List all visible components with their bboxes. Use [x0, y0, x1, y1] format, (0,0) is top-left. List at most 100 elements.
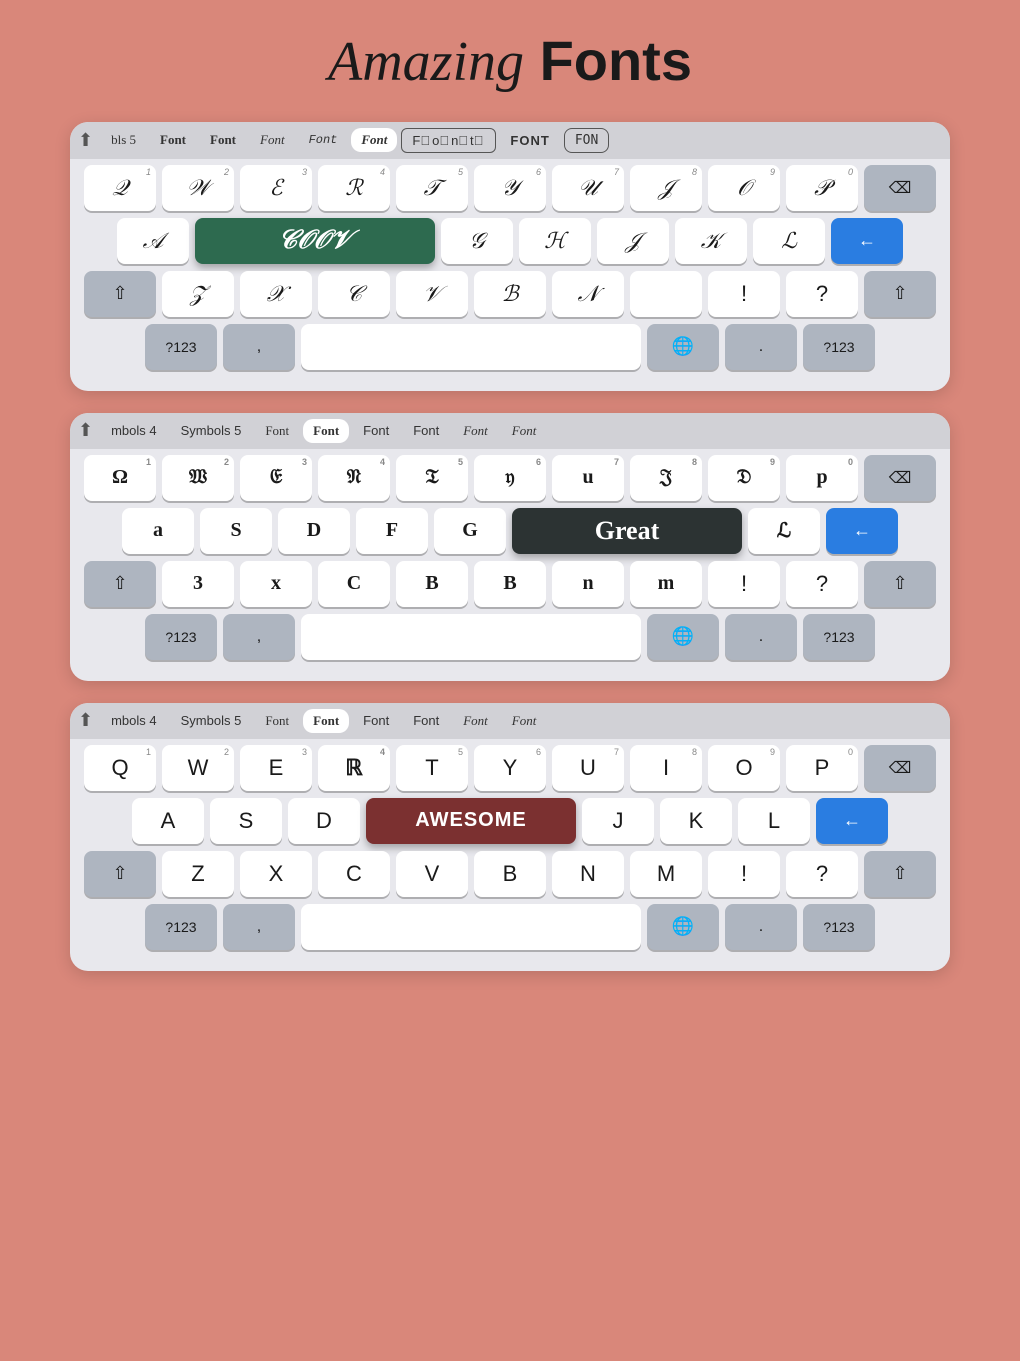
- key-1-m[interactable]: 𝒨: [630, 271, 702, 317]
- tab-3-3[interactable]: Font: [303, 709, 349, 733]
- key-3-m[interactable]: M: [630, 851, 702, 897]
- key-3-p[interactable]: 0P: [786, 745, 858, 791]
- num-key-3-l[interactable]: ?123: [145, 904, 217, 950]
- shift-key-2-l[interactable]: ⇧: [84, 561, 156, 607]
- highlight-awesome-key[interactable]: AWESOME: [366, 798, 576, 844]
- key-1-e[interactable]: 3ℰ: [240, 165, 312, 211]
- globe-key-3[interactable]: 🌐: [647, 904, 719, 950]
- key-2-y[interactable]: 6𝔶: [474, 455, 546, 501]
- key-3-q[interactable]: 1Q: [84, 745, 156, 791]
- tab-3-7[interactable]: Font: [502, 709, 547, 733]
- key-1-v[interactable]: 𝒱: [396, 271, 468, 317]
- tab-2-0[interactable]: mbols 4: [101, 419, 167, 442]
- key-1-excl[interactable]: !: [708, 271, 780, 317]
- key-3-n[interactable]: N: [552, 851, 624, 897]
- key-1-i[interactable]: 8𝒥: [630, 165, 702, 211]
- key-3-o[interactable]: 9O: [708, 745, 780, 791]
- dot-key-1[interactable]: .: [725, 324, 797, 370]
- tab-1-6[interactable]: F⃞o⃞n⃞t⃞: [401, 128, 496, 153]
- key-3-b[interactable]: B: [474, 851, 546, 897]
- key-2-w[interactable]: 2𝔚: [162, 455, 234, 501]
- key-1-g[interactable]: 𝒢: [441, 218, 513, 264]
- key-1-w[interactable]: 2𝒲: [162, 165, 234, 211]
- key-3-s[interactable]: S: [210, 798, 282, 844]
- key-3-t[interactable]: 5T: [396, 745, 468, 791]
- key-2-f[interactable]: F: [356, 508, 428, 554]
- key-1-c[interactable]: 𝒞: [318, 271, 390, 317]
- tab-1-4[interactable]: Font: [299, 129, 348, 151]
- key-1-l[interactable]: ℒ: [753, 218, 825, 264]
- tab-1-7[interactable]: FONT: [500, 129, 559, 152]
- key-3-r[interactable]: 4ℝ: [318, 745, 390, 791]
- highlight-great-key[interactable]: Great: [512, 508, 742, 554]
- key-2-b[interactable]: B: [474, 561, 546, 607]
- enter-key-1[interactable]: ←: [831, 218, 903, 264]
- share-icon-3[interactable]: ⬆: [78, 710, 93, 731]
- key-2-q[interactable]: 1Ω: [84, 455, 156, 501]
- globe-key-2[interactable]: 🌐: [647, 614, 719, 660]
- key-3-c[interactable]: C: [318, 851, 390, 897]
- enter-key-3[interactable]: ←: [816, 798, 888, 844]
- key-1-z[interactable]: 𝒵: [162, 271, 234, 317]
- space-key-2[interactable]: [301, 614, 641, 660]
- num-key-1-r[interactable]: ?123: [803, 324, 875, 370]
- key-1-q[interactable]: 1𝒬: [84, 165, 156, 211]
- dot-key-2[interactable]: .: [725, 614, 797, 660]
- globe-key-1[interactable]: 🌐: [647, 324, 719, 370]
- tab-3-4[interactable]: Font: [353, 709, 399, 732]
- dot-key-3[interactable]: .: [725, 904, 797, 950]
- key-3-a[interactable]: A: [132, 798, 204, 844]
- tab-1-8[interactable]: FON: [564, 128, 609, 153]
- key-2-r[interactable]: 4𝔑: [318, 455, 390, 501]
- key-2-x[interactable]: x: [240, 561, 312, 607]
- key-3-u[interactable]: 7U: [552, 745, 624, 791]
- key-3-x[interactable]: X: [240, 851, 312, 897]
- shift-key-3-l[interactable]: ⇧: [84, 851, 156, 897]
- share-icon-1[interactable]: ⬆: [78, 130, 93, 151]
- shift-key-1-l[interactable]: ⇧: [84, 271, 156, 317]
- key-2-c[interactable]: C: [318, 561, 390, 607]
- tab-2-5[interactable]: Font: [403, 419, 449, 442]
- num-key-2-r[interactable]: ?123: [803, 614, 875, 660]
- tab-3-0[interactable]: mbols 4: [101, 709, 167, 732]
- num-key-2-l[interactable]: ?123: [145, 614, 217, 660]
- key-1-t[interactable]: 5𝒯: [396, 165, 468, 211]
- tab-2-2[interactable]: Font: [255, 419, 299, 443]
- comma-key-1[interactable]: ,: [223, 324, 295, 370]
- tab-3-6[interactable]: Font: [453, 709, 498, 733]
- tab-1-2[interactable]: Font: [200, 128, 246, 152]
- key-3-excl[interactable]: !: [708, 851, 780, 897]
- tab-3-2[interactable]: Font: [255, 709, 299, 733]
- key-3-i[interactable]: 8I: [630, 745, 702, 791]
- tab-3-1[interactable]: Symbols 5: [171, 709, 252, 732]
- key-1-n[interactable]: 𝒩: [552, 271, 624, 317]
- key-2-quest[interactable]: ?: [786, 561, 858, 607]
- key-1-y[interactable]: 6𝒴: [474, 165, 546, 211]
- share-icon-2[interactable]: ⬆: [78, 420, 93, 441]
- space-key-3[interactable]: [301, 904, 641, 950]
- num-key-1-l[interactable]: ?123: [145, 324, 217, 370]
- key-2-u[interactable]: 7u: [552, 455, 624, 501]
- key-3-k[interactable]: K: [660, 798, 732, 844]
- space-key-1[interactable]: [301, 324, 641, 370]
- key-2-z[interactable]: 3: [162, 561, 234, 607]
- key-1-quest[interactable]: ?: [786, 271, 858, 317]
- key-2-d[interactable]: D: [278, 508, 350, 554]
- tab-1-3[interactable]: Font: [250, 128, 295, 152]
- key-1-k[interactable]: 𝒦: [675, 218, 747, 264]
- comma-key-2[interactable]: ,: [223, 614, 295, 660]
- tab-1-1[interactable]: Font: [150, 128, 196, 152]
- key-2-l[interactable]: ℒ: [748, 508, 820, 554]
- tab-2-7[interactable]: Font: [502, 419, 547, 443]
- key-3-d[interactable]: D: [288, 798, 360, 844]
- key-2-g[interactable]: G: [434, 508, 506, 554]
- delete-key-1[interactable]: ⌫: [864, 165, 936, 211]
- key-2-o[interactable]: 9𝔇: [708, 455, 780, 501]
- key-3-v[interactable]: V: [396, 851, 468, 897]
- key-3-j[interactable]: J: [582, 798, 654, 844]
- key-3-e[interactable]: 3E: [240, 745, 312, 791]
- enter-key-2[interactable]: ←: [826, 508, 898, 554]
- delete-key-2[interactable]: ⌫: [864, 455, 936, 501]
- key-1-h[interactable]: ℋ: [519, 218, 591, 264]
- key-3-y[interactable]: 6Y: [474, 745, 546, 791]
